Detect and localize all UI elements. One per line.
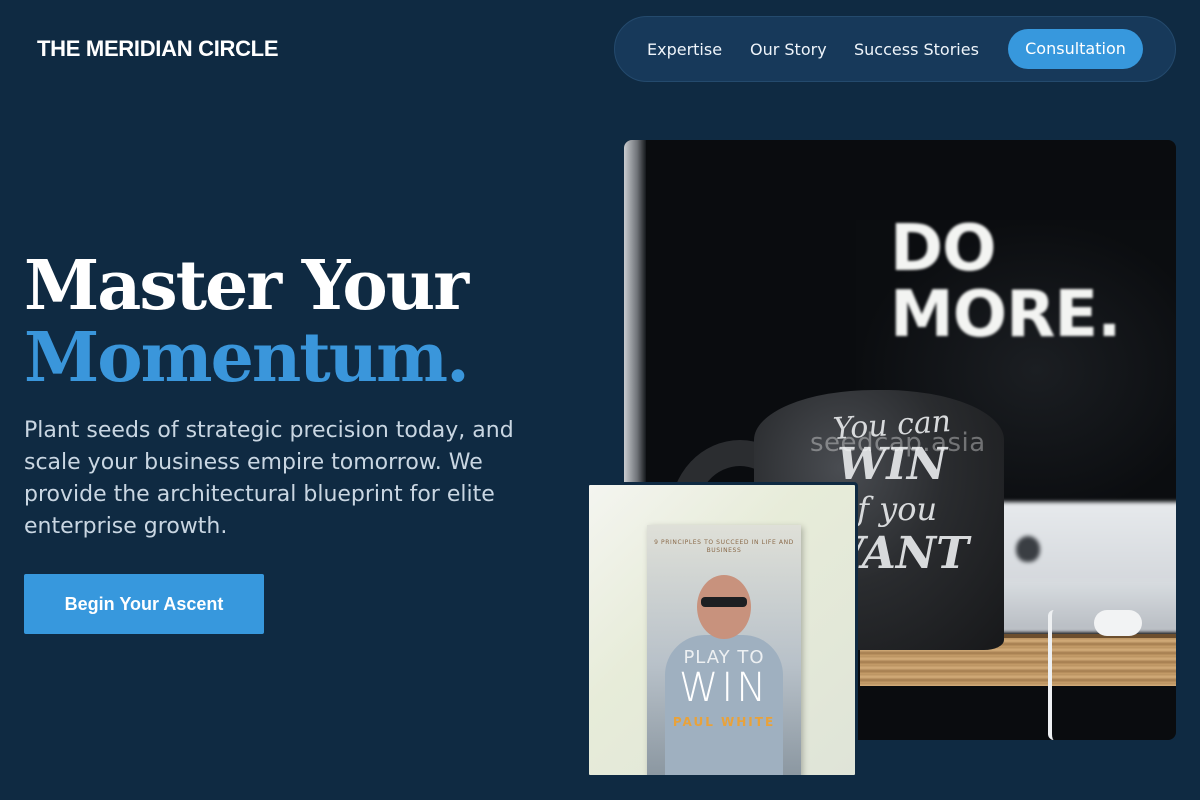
landing-page: THE MERIDIAN CIRCLE Expertise Our Story … [0, 0, 1200, 800]
top-nav: Expertise Our Story Success Stories Cons… [614, 16, 1176, 82]
book-author-glasses [701, 597, 747, 607]
watermark-text: seedcap.asia [810, 428, 986, 458]
nav-link-our-story[interactable]: Our Story [750, 40, 827, 59]
nav-link-success-stories[interactable]: Success Stories [854, 40, 979, 59]
hero-title: Master Your Momentum. [24, 246, 470, 398]
book-author-head [697, 575, 751, 639]
earphone-cable [1048, 610, 1060, 740]
keyboard [984, 580, 1176, 630]
hero-subtitle: Plant seeds of strategic precision today… [24, 418, 514, 539]
book-tagline: 9 PRINCIPLES TO SUCCEED IN LIFE AND BUSI… [654, 539, 794, 554]
do-more-sign: DO MORE. [890, 212, 1121, 352]
book-title-main: WIN [678, 665, 770, 711]
consultation-button[interactable]: Consultation [1008, 29, 1143, 69]
book-author-name: PAUL WHITE [672, 715, 776, 729]
brand-logo[interactable]: THE MERIDIAN CIRCLE [37, 36, 279, 62]
nav-link-expertise[interactable]: Expertise [647, 40, 722, 59]
hero-title-line2: Momentum. [24, 318, 470, 398]
hero-photo-book: 9 PRINCIPLES TO SUCCEED IN LIFE AND BUSI… [586, 482, 858, 778]
hero-title-line1: Master Your [24, 246, 469, 326]
book-cover: 9 PRINCIPLES TO SUCCEED IN LIFE AND BUSI… [647, 525, 801, 775]
apple-logo-icon [1016, 536, 1040, 562]
earbud [1094, 610, 1142, 636]
begin-ascent-button[interactable]: Begin Your Ascent [24, 574, 264, 634]
